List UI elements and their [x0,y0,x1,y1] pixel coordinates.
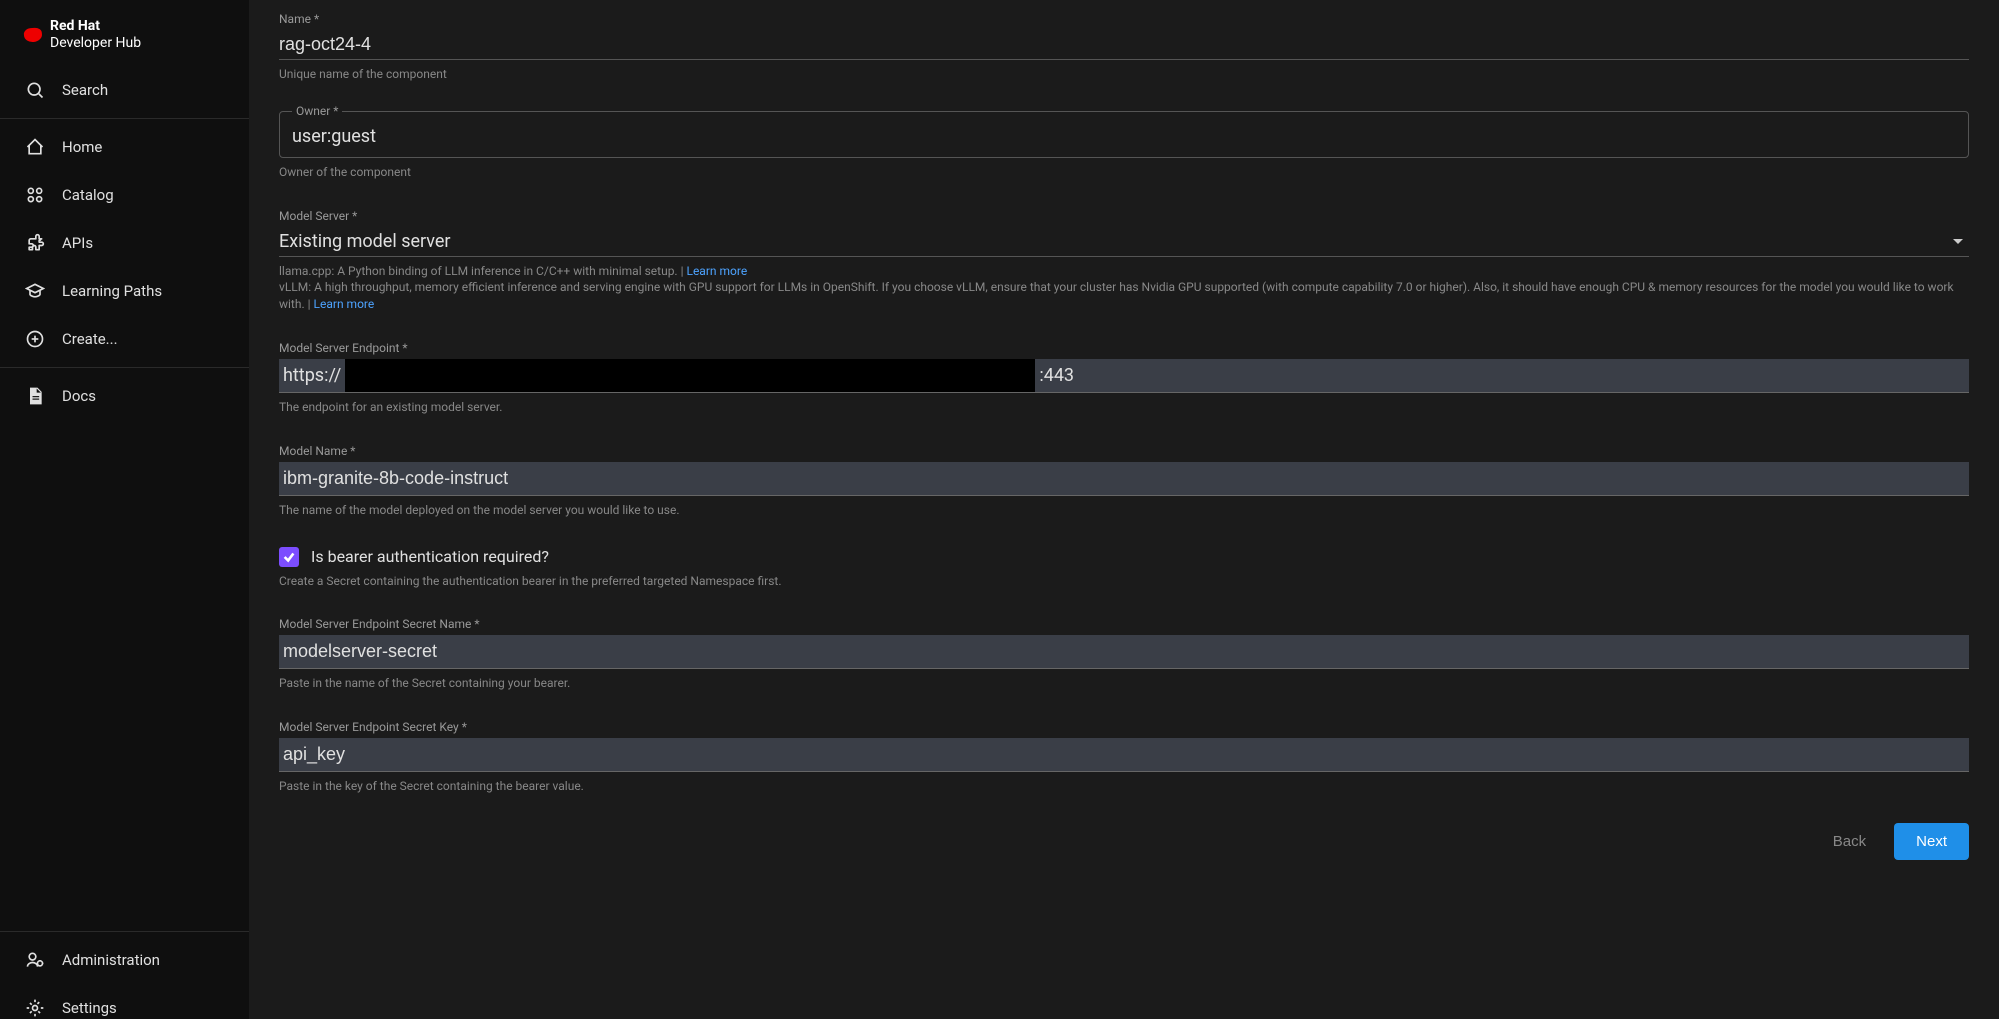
endpoint-redacted [345,359,1035,392]
learn-more-link-1[interactable]: Learn more [686,264,747,278]
divider [0,931,249,932]
search-icon [24,79,46,101]
sidebar-item-administration[interactable]: Administration [0,936,249,984]
sidebar-item-label: Learning Paths [62,282,162,300]
divider [0,367,249,368]
field-name: Name * Unique name of the component [279,12,1969,83]
settings-icon [24,997,46,1019]
main-content: Name * Unique name of the component Owne… [249,0,1999,1019]
brand-logo[interactable]: Red Hat Developer Hub [0,0,249,66]
field-owner: Owner * user:guest Owner of the componen… [279,111,1969,181]
chevron-down-icon [1953,239,1963,244]
home-icon [24,136,46,158]
endpoint-prefix: https:// [279,359,345,392]
endpoint-hint: The endpoint for an existing model serve… [279,399,1969,416]
next-button[interactable]: Next [1894,823,1969,860]
divider [0,118,249,119]
model-server-label: Model Server * [279,209,1969,223]
endpoint-suffix: :443 [1035,359,1969,392]
field-model-name: Model Name * The name of the model deplo… [279,444,1969,519]
name-hint: Unique name of the component [279,66,1969,83]
sidebar-item-label: Administration [62,951,160,969]
sidebar: Red Hat Developer Hub Search Home Catalo… [0,0,249,1019]
sidebar-item-label: Home [62,138,102,156]
endpoint-input[interactable]: https:// :443 [279,359,1969,393]
sidebar-item-search[interactable]: Search [0,66,249,114]
sidebar-item-label: Search [62,81,108,99]
redhat-icon [23,27,42,43]
extension-icon [24,232,46,254]
back-button[interactable]: Back [1817,823,1882,860]
model-name-hint: The name of the model deployed on the mo… [279,502,1969,519]
sidebar-item-docs[interactable]: Docs [0,372,249,420]
model-server-value: Existing model server [279,231,451,252]
field-secret-key: Model Server Endpoint Secret Key * Paste… [279,720,1969,795]
field-endpoint: Model Server Endpoint * https:// :443 Th… [279,341,1969,416]
catalog-icon [24,184,46,206]
brand-line2: Developer Hub [50,35,141,51]
endpoint-label: Model Server Endpoint * [279,341,1969,355]
bearer-hint: Create a Secret containing the authentic… [279,573,1969,590]
sidebar-item-settings[interactable]: Settings [0,984,249,1019]
docs-icon [24,385,46,407]
model-server-select[interactable]: Existing model server [279,227,1969,257]
bearer-label: Is bearer authentication required? [311,547,549,566]
hint-vllm: vLLM: A high throughput, memory efficien… [279,280,1954,311]
brand-text: Red Hat Developer Hub [50,18,141,52]
admin-icon [24,949,46,971]
hint-llama: llama.cpp: A Python binding of LLM infer… [279,264,686,278]
owner-value: user:guest [292,126,1956,147]
check-icon [282,550,296,564]
secret-name-input[interactable] [279,635,1969,669]
owner-hint: Owner of the component [279,164,1969,181]
sidebar-item-label: Docs [62,387,96,405]
sidebar-item-home[interactable]: Home [0,123,249,171]
name-label: Name * [279,12,1969,26]
sidebar-item-label: Create... [62,330,118,348]
brand-line1: Red Hat [50,18,100,34]
model-server-hint: llama.cpp: A Python binding of LLM infer… [279,263,1969,313]
sidebar-item-learning-paths[interactable]: Learning Paths [0,267,249,315]
graduation-icon [24,280,46,302]
sidebar-item-label: APIs [62,234,93,252]
field-secret-name: Model Server Endpoint Secret Name * Past… [279,617,1969,692]
model-name-label: Model Name * [279,444,1969,458]
name-input[interactable] [279,30,1969,60]
secret-key-input[interactable] [279,738,1969,772]
footer-buttons: Back Next [279,823,1969,860]
sidebar-item-catalog[interactable]: Catalog [0,171,249,219]
sidebar-item-label: Catalog [62,186,114,204]
model-name-input[interactable] [279,462,1969,496]
add-circle-icon [24,328,46,350]
secret-key-hint: Paste in the key of the Secret containin… [279,778,1969,795]
sidebar-item-apis[interactable]: APIs [0,219,249,267]
secret-name-label: Model Server Endpoint Secret Name * [279,617,1969,631]
owner-label: Owner * [292,104,342,118]
secret-name-hint: Paste in the name of the Secret containi… [279,675,1969,692]
field-model-server: Model Server * Existing model server lla… [279,209,1969,313]
owner-input[interactable]: Owner * user:guest [279,111,1969,158]
bearer-checkbox[interactable] [279,547,299,567]
learn-more-link-2[interactable]: Learn more [314,297,375,311]
sidebar-item-label: Settings [62,999,117,1017]
secret-key-label: Model Server Endpoint Secret Key * [279,720,1969,734]
sidebar-item-create[interactable]: Create... [0,315,249,363]
field-bearer: Is bearer authentication required? Creat… [279,547,1969,590]
